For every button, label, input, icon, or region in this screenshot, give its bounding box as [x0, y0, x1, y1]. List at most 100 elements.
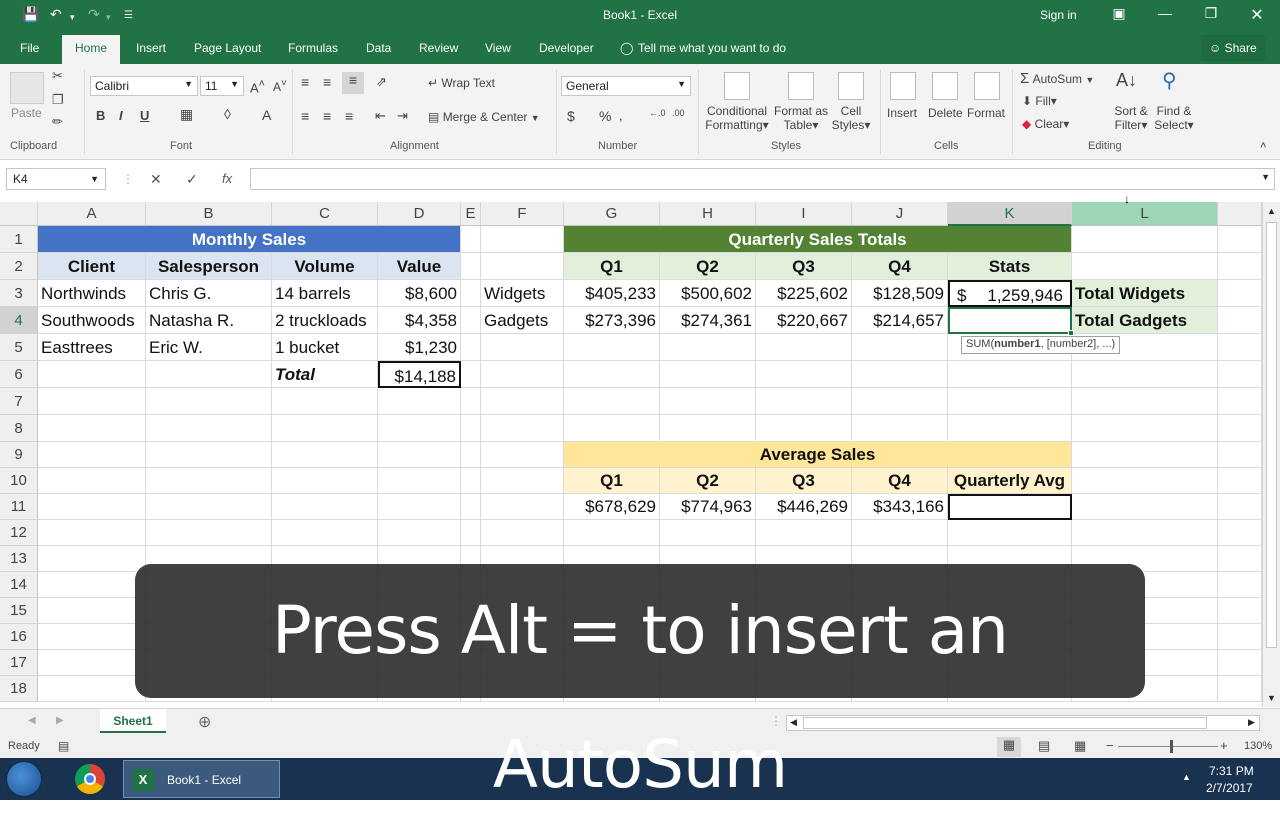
grid-cell[interactable] [564, 415, 660, 442]
column-header-d[interactable]: D [378, 202, 461, 226]
add-sheet-icon[interactable]: ⊕ [198, 712, 211, 732]
grid-cell[interactable] [852, 388, 948, 415]
increase-decimal-icon[interactable]: ←.0 [649, 108, 666, 118]
decrease-indent-icon[interactable]: ⇤ [375, 108, 386, 124]
sort-filter-icon[interactable]: A↓ [1116, 70, 1137, 91]
grid-cell[interactable] [1218, 650, 1262, 676]
underline-icon[interactable]: U [140, 108, 149, 123]
grid-cell[interactable] [1072, 388, 1218, 415]
grid-cell[interactable] [852, 361, 948, 388]
show-hidden-icons[interactable]: ▲ [1182, 772, 1191, 782]
column-header-a[interactable]: A [38, 202, 146, 226]
grid-cell[interactable] [1218, 280, 1262, 307]
cell-styles-icon[interactable] [838, 72, 864, 100]
grid-cell[interactable] [1072, 361, 1218, 388]
taskbar-excel-item[interactable]: X Book1 - Excel [123, 760, 280, 798]
total-widgets-label[interactable]: Total Widgets [1072, 280, 1218, 307]
decrease-decimal-icon[interactable]: .00 [672, 108, 685, 118]
ribbon-display-icon[interactable]: ▣ [1109, 5, 1129, 22]
grid-cell[interactable] [38, 361, 146, 388]
total-label[interactable]: Total [272, 361, 378, 388]
format-cells-icon[interactable] [974, 72, 1000, 100]
average-value[interactable]: $446,269 [756, 494, 852, 520]
quarterly-header-cell[interactable]: Q2 [660, 253, 756, 280]
format-as-table-icon[interactable] [788, 72, 814, 100]
grid-cell[interactable] [852, 415, 948, 442]
grid-cell[interactable] [660, 361, 756, 388]
row-header-7[interactable]: 7 [0, 388, 38, 415]
comma-icon[interactable]: , [619, 108, 623, 123]
grid-cell[interactable] [852, 520, 948, 546]
grid-cell[interactable] [481, 468, 564, 494]
grid-cell[interactable] [481, 253, 564, 280]
grid-cell[interactable] [948, 415, 1072, 442]
average-sales-title[interactable]: Average Sales [564, 442, 1072, 468]
grid-cell[interactable] [38, 676, 146, 702]
align-right-icon[interactable]: ≡ [345, 108, 353, 124]
grid-cell[interactable] [461, 280, 481, 307]
row-header-3[interactable]: 3 [0, 280, 38, 307]
column-header-k[interactable]: K [948, 202, 1072, 226]
gadgets-value[interactable]: $220,667 [756, 307, 852, 334]
grid-cell[interactable] [38, 388, 146, 415]
grid-cell[interactable] [1218, 676, 1262, 702]
monthly-data-cell[interactable]: 1 bucket [272, 334, 378, 361]
row-header-5[interactable]: 5 [0, 334, 38, 361]
find-icon[interactable]: ⚲ [1162, 68, 1177, 93]
monthly-header-cell[interactable]: Salesperson [146, 253, 272, 280]
grid-cell[interactable] [378, 494, 461, 520]
zoom-slider-thumb[interactable] [1170, 740, 1173, 753]
increase-font-icon[interactable]: A˄ [250, 78, 265, 95]
quarterly-avg-cell[interactable] [948, 494, 1072, 520]
cancel-icon[interactable]: ✕ [150, 171, 162, 188]
grid-cell[interactable] [461, 494, 481, 520]
grid-cell[interactable] [1072, 226, 1218, 253]
grid-cell[interactable] [1218, 253, 1262, 280]
grid-cell[interactable] [756, 388, 852, 415]
row-header-4[interactable]: 4 [0, 307, 38, 334]
monthly-data-cell[interactable]: Easttrees [38, 334, 146, 361]
quarterly-header-cell[interactable]: Q4 [852, 253, 948, 280]
quarterly-header-cell[interactable]: Stats [948, 253, 1072, 280]
grid-cell[interactable] [461, 388, 481, 415]
grid-cell[interactable] [1218, 442, 1262, 468]
name-box[interactable]: K4 ▼ [6, 168, 106, 190]
grid-cell[interactable] [1218, 598, 1262, 624]
scroll-left-icon[interactable]: ◀ [790, 717, 797, 728]
select-all-corner[interactable] [0, 202, 38, 226]
average-header-cell[interactable]: Q2 [660, 468, 756, 494]
grid-cell[interactable] [564, 388, 660, 415]
tab-review[interactable]: Review [419, 41, 458, 55]
conditional-formatting-icon[interactable] [724, 72, 750, 100]
grid-cell[interactable] [948, 361, 1072, 388]
grid-cell[interactable] [461, 361, 481, 388]
grid-cell[interactable] [146, 468, 272, 494]
average-header-cell[interactable]: Q1 [564, 468, 660, 494]
grid-cell[interactable] [1218, 307, 1262, 334]
tab-view[interactable]: View [485, 41, 511, 55]
column-header-m[interactable] [1218, 202, 1262, 226]
grid-cell[interactable] [272, 494, 378, 520]
delete-cells-icon[interactable] [932, 72, 958, 100]
next-sheet-icon[interactable]: ▶ [56, 715, 64, 726]
active-cell-k4[interactable] [948, 307, 1072, 334]
grid-cell[interactable] [38, 415, 146, 442]
row-header-6[interactable]: 6 [0, 361, 38, 388]
fill-color-icon[interactable]: ◊ [224, 106, 231, 122]
grid-cell[interactable] [146, 442, 272, 468]
column-header-c[interactable]: C [272, 202, 378, 226]
grid-cell[interactable] [38, 650, 146, 676]
grid-cell[interactable] [481, 415, 564, 442]
row-header-14[interactable]: 14 [0, 572, 38, 598]
zoom-in-icon[interactable]: + [1220, 738, 1228, 753]
share-button[interactable]: ☺ Share [1201, 35, 1265, 61]
clear-button[interactable]: ◆ Clear▾ [1022, 117, 1069, 131]
font-name-select[interactable]: Calibri ▼ [90, 76, 198, 96]
cell-styles-button[interactable]: Cell Styles▾ [828, 104, 874, 132]
middle-align-icon[interactable]: ≡ [323, 74, 331, 90]
tab-developer[interactable]: Developer [539, 41, 594, 55]
column-header-g[interactable]: G [564, 202, 660, 226]
row-header-15[interactable]: 15 [0, 598, 38, 624]
grid-cell[interactable] [1218, 415, 1262, 442]
widgets-value[interactable]: $405,233 [564, 280, 660, 307]
